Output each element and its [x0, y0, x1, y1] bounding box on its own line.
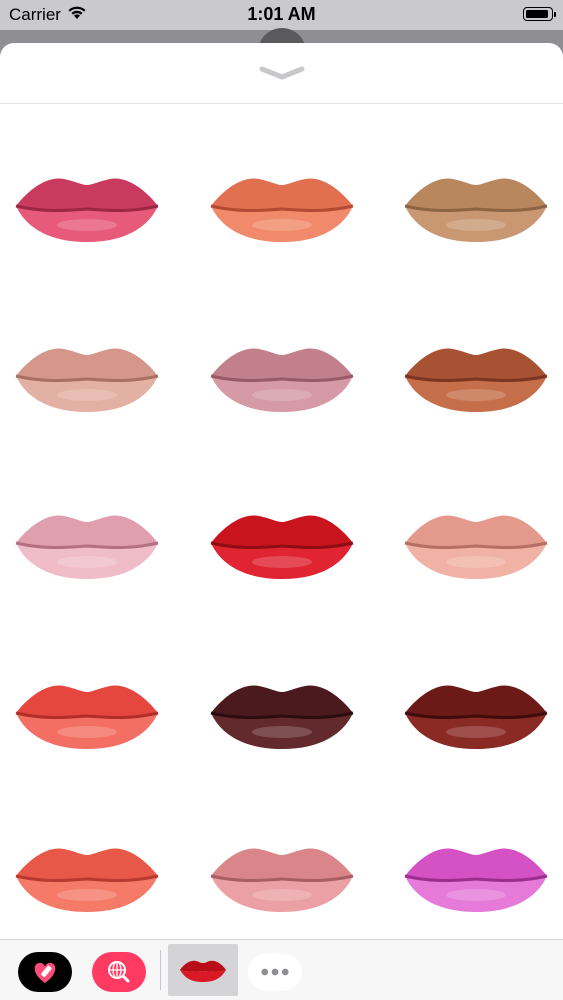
battery-icon — [523, 7, 556, 21]
lips-sticker[interactable] — [386, 652, 563, 782]
lips-sticker[interactable] — [0, 315, 177, 445]
lips-image — [210, 848, 354, 912]
lips-image — [210, 515, 354, 579]
status-bar: Carrier 1:01 AM — [0, 0, 563, 30]
lips-image — [15, 178, 159, 242]
lips-sticker-app-button[interactable] — [168, 944, 238, 996]
status-time: 1:01 AM — [247, 4, 316, 24]
search-images-app-button[interactable] — [92, 952, 146, 992]
lips-sticker[interactable] — [386, 145, 563, 275]
lips-image — [210, 685, 354, 749]
lips-sticker[interactable] — [192, 482, 372, 612]
lips-image — [404, 685, 548, 749]
more-apps-button[interactable] — [248, 952, 302, 992]
sticker-sheet — [0, 43, 563, 1000]
lips-sticker[interactable] — [0, 145, 177, 275]
collapse-sheet-button[interactable] — [258, 63, 306, 83]
lips-sticker[interactable] — [192, 145, 372, 275]
lips-sticker[interactable] — [192, 815, 372, 945]
lips-image — [15, 685, 159, 749]
lips-sticker[interactable] — [0, 652, 177, 782]
heart-sticker-app-icon — [18, 952, 72, 992]
header-divider — [0, 103, 563, 104]
lips-sticker-app-icon — [180, 960, 226, 982]
battery-level — [526, 10, 548, 18]
lips-sticker[interactable] — [0, 482, 177, 612]
lips-sticker[interactable] — [386, 482, 563, 612]
lips-image — [210, 178, 354, 242]
lips-sticker[interactable] — [192, 652, 372, 782]
chevron-down-icon — [259, 66, 305, 80]
more-apps-icon — [248, 953, 302, 991]
search-images-app-icon — [92, 952, 146, 992]
lips-sticker[interactable] — [386, 815, 563, 945]
lips-image — [404, 348, 548, 412]
lips-sticker[interactable] — [0, 815, 177, 945]
lips-sticker[interactable] — [192, 315, 372, 445]
lips-image — [404, 515, 548, 579]
imessage-app-drawer — [0, 939, 563, 1000]
lips-image — [15, 848, 159, 912]
heart-sticker-app-button[interactable] — [18, 952, 72, 992]
lips-sticker[interactable] — [386, 315, 563, 445]
lips-image — [404, 178, 548, 242]
lips-image — [210, 348, 354, 412]
lips-image — [15, 515, 159, 579]
tab-divider — [160, 950, 161, 990]
lips-image — [404, 848, 548, 912]
lips-image — [15, 348, 159, 412]
